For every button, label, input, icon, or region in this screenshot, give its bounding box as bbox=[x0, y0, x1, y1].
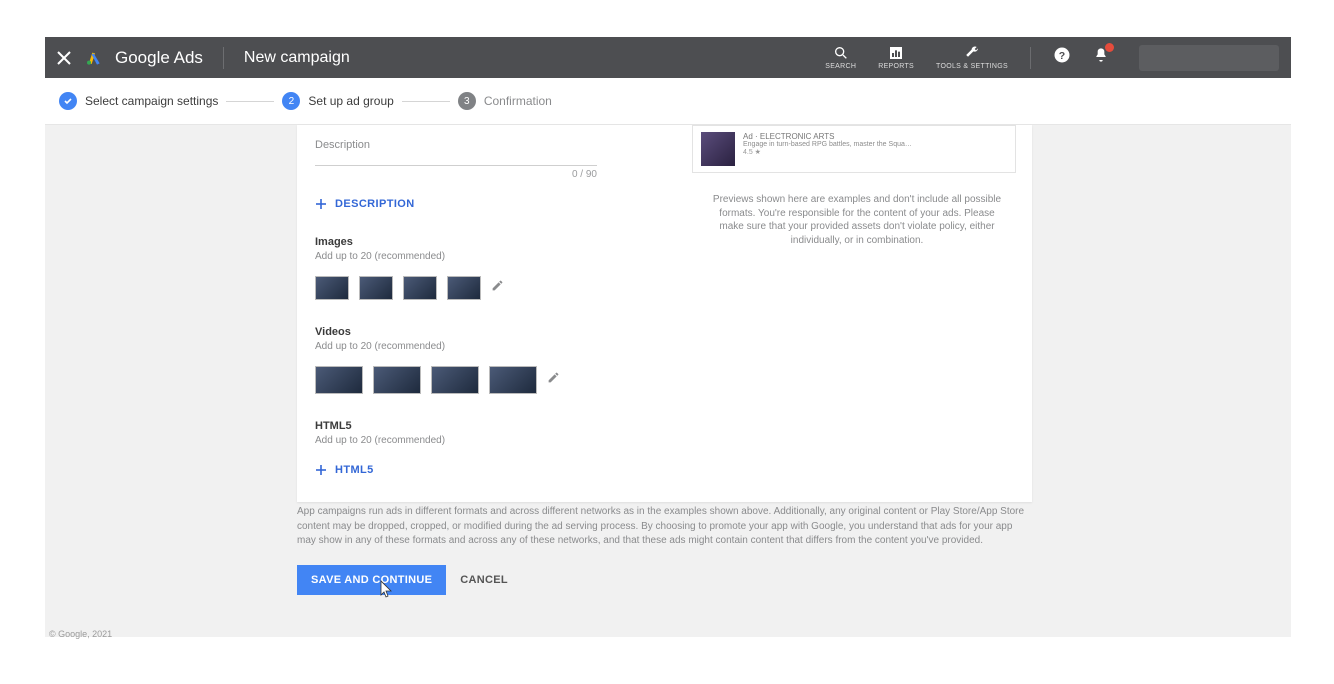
step-2-label: Set up ad group bbox=[308, 94, 393, 108]
html5-subtitle: Add up to 20 (recommended) bbox=[315, 435, 597, 446]
preview-disclaimer: Previews shown here are examples and don… bbox=[692, 183, 1032, 247]
image-thumb[interactable] bbox=[315, 276, 349, 300]
main-area: Description 0 / 90 DESCRIPTION Images Ad… bbox=[45, 125, 1291, 637]
cursor-icon bbox=[380, 580, 394, 603]
pencil-icon bbox=[491, 279, 504, 292]
add-html5-label: HTML5 bbox=[335, 464, 374, 476]
topbar-left: Google Ads New campaign bbox=[57, 47, 350, 69]
preview-text: Ad · ELECTRONIC ARTS Engage in turn-base… bbox=[743, 132, 912, 166]
stepper: Select campaign settings 2 Set up ad gro… bbox=[45, 78, 1291, 125]
tools-label: TOOLS & SETTINGS bbox=[936, 63, 1008, 70]
divider bbox=[1030, 47, 1031, 69]
tools-button[interactable]: TOOLS & SETTINGS bbox=[936, 45, 1008, 70]
image-thumb[interactable] bbox=[403, 276, 437, 300]
video-thumb[interactable] bbox=[315, 366, 363, 394]
videos-subtitle: Add up to 20 (recommended) bbox=[315, 341, 597, 352]
step-3-label: Confirmation bbox=[484, 94, 552, 108]
edit-videos-button[interactable] bbox=[547, 371, 560, 389]
brand-text: Google Ads bbox=[115, 48, 203, 68]
images-subtitle: Add up to 20 (recommended) bbox=[315, 251, 597, 262]
preview-thumb bbox=[701, 132, 735, 166]
plus-icon bbox=[315, 198, 327, 210]
divider bbox=[223, 47, 224, 69]
video-thumb[interactable] bbox=[373, 366, 421, 394]
image-thumb[interactable] bbox=[447, 276, 481, 300]
step-2[interactable]: 2 Set up ad group bbox=[282, 92, 393, 110]
save-and-continue-button[interactable]: SAVE AND CONTINUE bbox=[297, 565, 446, 595]
search-label: SEARCH bbox=[825, 63, 856, 70]
preview-ad-label: Ad · ELECTRONIC ARTS bbox=[743, 132, 912, 141]
pencil-icon bbox=[547, 371, 560, 384]
page-title: New campaign bbox=[244, 49, 350, 67]
reports-button[interactable]: REPORTS bbox=[878, 45, 914, 70]
ad-preview: Ad · ELECTRONIC ARTS Engage in turn-base… bbox=[692, 125, 1016, 173]
topbar-right: SEARCH REPORTS TOOLS & SETTINGS ? bbox=[825, 45, 1279, 71]
step-1-label: Select campaign settings bbox=[85, 94, 218, 108]
preview-ad-rating: 4.5 ★ bbox=[743, 148, 912, 156]
description-label: Description bbox=[315, 139, 597, 151]
step-3-circle: 3 bbox=[458, 92, 476, 110]
reports-label: REPORTS bbox=[878, 63, 914, 70]
images-title: Images bbox=[315, 236, 597, 248]
search-icon bbox=[833, 45, 849, 61]
preview-column: Ad · ELECTRONIC ARTS Engage in turn-base… bbox=[692, 125, 1032, 247]
ad-group-card: Description 0 / 90 DESCRIPTION Images Ad… bbox=[297, 125, 1032, 502]
video-thumb[interactable] bbox=[489, 366, 537, 394]
step-1[interactable]: Select campaign settings bbox=[59, 92, 218, 110]
html5-title: HTML5 bbox=[315, 420, 597, 432]
video-thumbnails bbox=[315, 366, 597, 394]
footer-copyright: © Google, 2021 bbox=[45, 629, 112, 639]
account-switcher[interactable] bbox=[1139, 45, 1279, 71]
search-button[interactable]: SEARCH bbox=[825, 45, 856, 70]
step-2-circle: 2 bbox=[282, 92, 300, 110]
notifications-button[interactable] bbox=[1093, 47, 1109, 68]
description-input[interactable] bbox=[315, 165, 597, 166]
help-button[interactable]: ? bbox=[1053, 46, 1071, 69]
app-frame: Google Ads New campaign SEARCH REPORTS T… bbox=[45, 37, 1291, 637]
check-icon bbox=[59, 92, 77, 110]
notification-badge bbox=[1105, 43, 1114, 52]
plus-icon bbox=[315, 464, 327, 476]
wrench-icon bbox=[964, 45, 980, 61]
cancel-button[interactable]: CANCEL bbox=[460, 574, 508, 586]
edit-images-button[interactable] bbox=[491, 279, 504, 297]
step-connector bbox=[402, 101, 450, 102]
reports-icon bbox=[888, 45, 904, 61]
description-counter: 0 / 90 bbox=[315, 169, 597, 180]
image-thumbnails bbox=[315, 276, 597, 300]
add-description-button[interactable]: DESCRIPTION bbox=[315, 198, 597, 210]
close-icon[interactable] bbox=[57, 51, 71, 65]
topbar: Google Ads New campaign SEARCH REPORTS T… bbox=[45, 37, 1291, 78]
form-column: Description 0 / 90 DESCRIPTION Images Ad… bbox=[297, 125, 615, 476]
help-icon: ? bbox=[1053, 46, 1071, 64]
image-thumb[interactable] bbox=[359, 276, 393, 300]
svg-text:?: ? bbox=[1059, 50, 1065, 62]
step-3: 3 Confirmation bbox=[458, 92, 552, 110]
add-description-label: DESCRIPTION bbox=[335, 198, 415, 210]
videos-title: Videos bbox=[315, 326, 597, 338]
button-row: SAVE AND CONTINUE CANCEL bbox=[297, 565, 508, 595]
step-connector bbox=[226, 101, 274, 102]
video-thumb[interactable] bbox=[431, 366, 479, 394]
bottom-disclaimer: App campaigns run ads in different forma… bbox=[297, 505, 1032, 549]
preview-ad-desc: Engage in turn-based RPG battles, master… bbox=[743, 141, 912, 148]
google-ads-logo bbox=[85, 50, 101, 66]
add-html5-button[interactable]: HTML5 bbox=[315, 464, 597, 476]
